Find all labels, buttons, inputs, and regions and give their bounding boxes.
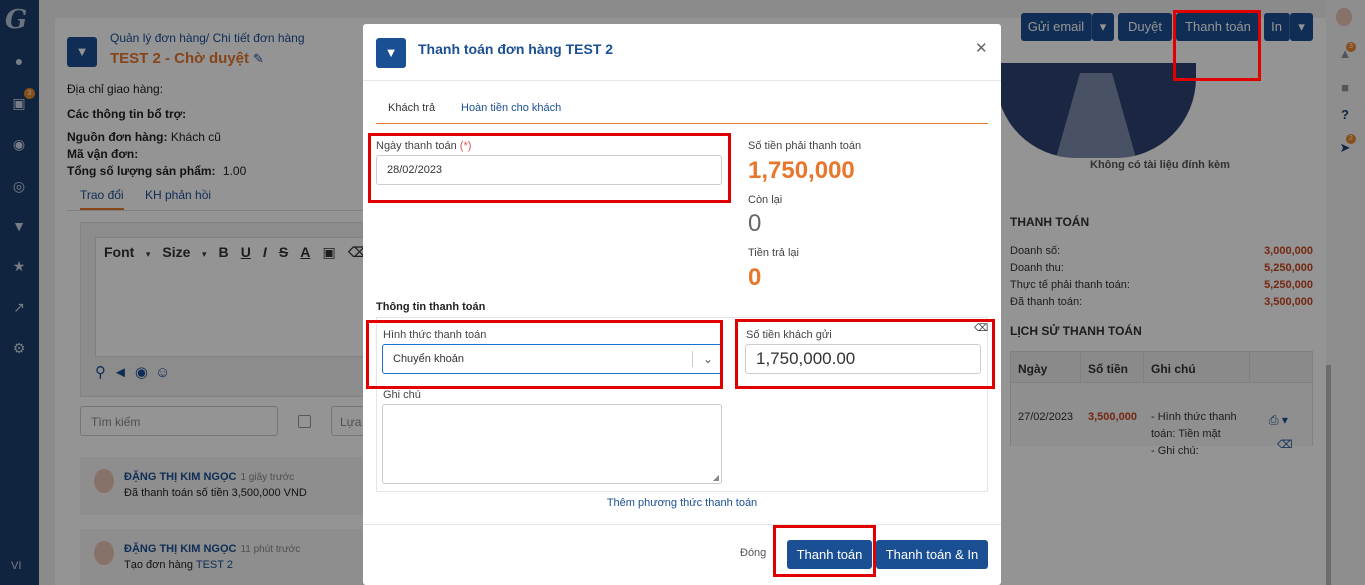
divider [363, 524, 1001, 525]
change-label: Tiền trả lại [748, 247, 799, 259]
tab-refund[interactable]: Hoàn tiền cho khách [461, 102, 561, 114]
note-label: Ghi chú [383, 389, 421, 401]
highlight-box [1173, 10, 1261, 81]
cart-icon: ▼ [376, 38, 406, 68]
highlight-box [366, 320, 723, 389]
add-payment-method-link[interactable]: Thêm phương thức thanh toán [363, 497, 1001, 509]
amount-due-value: 1,750,000 [748, 157, 855, 184]
remaining-label: Còn lại [748, 194, 783, 206]
resize-handle-icon[interactable]: ◢ [713, 473, 719, 482]
highlight-box [773, 525, 876, 577]
tab-customer-pays[interactable]: Khách trả [388, 102, 435, 114]
pay-and-print-button[interactable]: Thanh toán & In [876, 540, 988, 569]
divider [363, 80, 1001, 81]
highlight-box [735, 319, 995, 389]
close-button[interactable]: Đóng [740, 547, 766, 559]
remaining-value: 0 [748, 210, 762, 237]
payment-modal: ▼ Thanh toán đơn hàng TEST 2 ✕ Khách trả… [363, 24, 1001, 585]
amount-due-label: Số tiền phải thanh toán [748, 140, 862, 152]
note-textarea[interactable]: ◢ [382, 404, 722, 484]
close-icon[interactable]: ✕ [975, 39, 988, 57]
modal-tabs: Khách trả Hoàn tiền cho khách [376, 97, 988, 124]
payment-info-title: Thông tin thanh toán [376, 301, 486, 313]
highlight-box [368, 133, 731, 203]
modal-title: Thanh toán đơn hàng TEST 2 [418, 41, 614, 57]
change-value: 0 [748, 264, 762, 291]
